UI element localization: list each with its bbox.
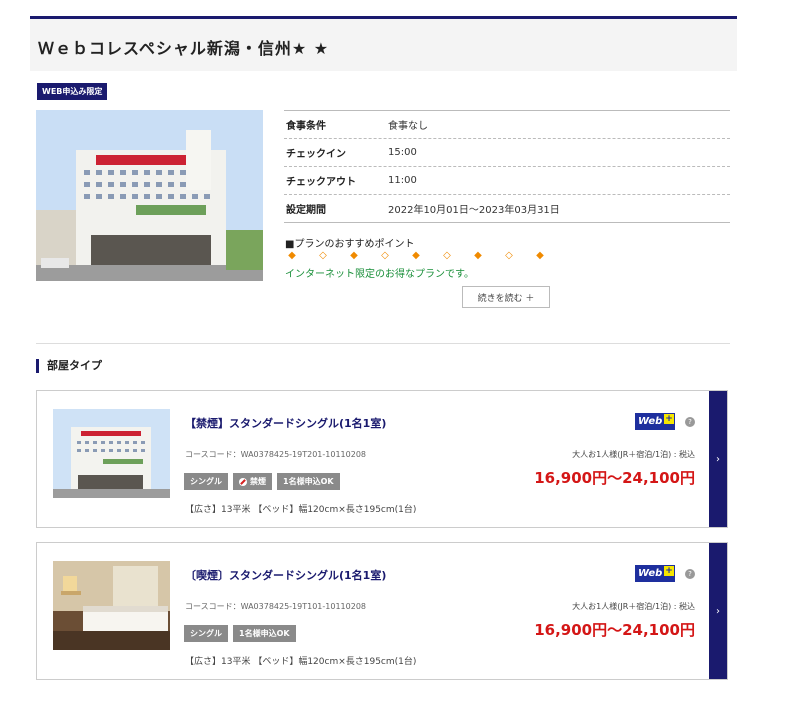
help-icon[interactable]: ? [685, 569, 695, 579]
read-more-button[interactable]: 続きを読む ＋ [462, 286, 550, 308]
room-tags: シングル 禁煙 1名様申込OK [184, 473, 340, 490]
web-plus-logo: Web + [635, 413, 675, 430]
no-smoking-icon [239, 477, 247, 486]
tag-single-ok: 1名様申込OK [277, 473, 340, 490]
price-label: 大人お1人様(JR＋宿泊/1泊) : 税込 [572, 450, 695, 459]
room-spec: 【広さ】13平米 【ベッド】幅120cm×長さ195cm(1台) [185, 657, 417, 667]
info-row-checkin: チェックイン 15:00 [284, 139, 730, 167]
room-type-heading: 部屋タイプ [36, 359, 102, 373]
price: 16,900円〜24,100円 [534, 469, 695, 487]
diamond-icon: ◆ [412, 250, 420, 261]
tag-single: シングル [184, 473, 228, 490]
info-row-checkout: チェックアウト 11:00 [284, 167, 730, 195]
info-label: 食事条件 [286, 121, 326, 132]
room-card[interactable]: 【禁煙】スタンダードシングル(1名1室) コースコード：WA0378425-19… [36, 390, 728, 528]
info-label: 設定期間 [286, 205, 326, 216]
room-spec: 【広さ】13平米 【ベッド】幅120cm×長さ195cm(1台) [185, 505, 417, 515]
room-photo [53, 409, 170, 498]
logo-text: Web [638, 416, 663, 427]
plus-icon: + [664, 414, 674, 424]
diamond-icon: ◇ [381, 250, 389, 261]
plan-info-table: 食事条件 食事なし チェックイン 15:00 チェックアウト 11:00 設定期… [284, 110, 730, 223]
diamond-icon: ◆ [536, 250, 544, 261]
help-icon[interactable]: ? [685, 417, 695, 427]
plan-title: Ｗｅｂコレスペシャル新潟・信州★ ★ [38, 39, 330, 58]
recommend-text: インターネット限定のお得なプランです。 [285, 269, 474, 280]
plus-icon: + [664, 566, 674, 576]
info-value: 15:00 [388, 147, 417, 158]
chevron-right-icon[interactable]: › [709, 543, 727, 679]
info-label: チェックイン [286, 149, 346, 160]
logo-text: Web [638, 568, 663, 579]
tag-nonsmoking: 禁煙 [233, 473, 272, 490]
diamond-icon: ◇ [319, 250, 327, 261]
room-photo [53, 561, 170, 650]
tag-label: 禁煙 [250, 477, 266, 486]
info-value: 2022年10月01日〜2023年03月31日 [388, 205, 560, 216]
info-value: 食事なし [388, 121, 428, 132]
hotel-photo [36, 110, 263, 281]
diamond-row: ◆ ◇ ◆ ◇ ◆ ◇ ◆ ◇ ◆ [285, 250, 547, 261]
course-code: コースコード：WA0378425-19T101-10110208 [185, 602, 367, 611]
diamond-icon: ◇ [505, 250, 513, 261]
diamond-icon: ◇ [443, 250, 451, 261]
course-code: コースコード：WA0378425-19T201-10110208 [185, 450, 367, 459]
section-divider [36, 343, 730, 344]
web-only-badge: WEB申込み限定 [37, 83, 108, 100]
room-title[interactable]: 【禁煙】スタンダードシングル(1名1室) [185, 415, 386, 431]
price: 16,900円〜24,100円 [534, 621, 695, 639]
price-label: 大人お1人様(JR＋宿泊/1泊) : 税込 [572, 602, 695, 611]
info-value: 11:00 [388, 175, 417, 186]
web-plus-logo: Web + [635, 565, 675, 582]
room-tags: シングル 1名様申込OK [184, 625, 296, 642]
tag-single: シングル [184, 625, 228, 642]
diamond-icon: ◆ [288, 250, 296, 261]
diamond-icon: ◆ [474, 250, 482, 261]
hotel-room-thumbnail [53, 561, 170, 650]
info-row-meal: 食事条件 食事なし [284, 110, 730, 139]
hotel-building-illustration [36, 110, 263, 281]
info-label: チェックアウト [286, 177, 356, 188]
plan-title-box: Ｗｅｂコレスペシャル新潟・信州★ ★ [30, 19, 737, 71]
info-row-period: 設定期間 2022年10月01日〜2023年03月31日 [284, 195, 730, 223]
tag-single-ok: 1名様申込OK [233, 625, 296, 642]
room-card[interactable]: 〔喫煙〕スタンダードシングル(1名1室) コースコード：WA0378425-19… [36, 542, 728, 680]
room-title[interactable]: 〔喫煙〕スタンダードシングル(1名1室) [185, 567, 386, 583]
diamond-icon: ◆ [350, 250, 358, 261]
chevron-right-icon[interactable]: › [709, 391, 727, 527]
hotel-building-thumbnail [53, 409, 170, 498]
recommend-title: ■プランのおすすめポイント [285, 239, 415, 250]
